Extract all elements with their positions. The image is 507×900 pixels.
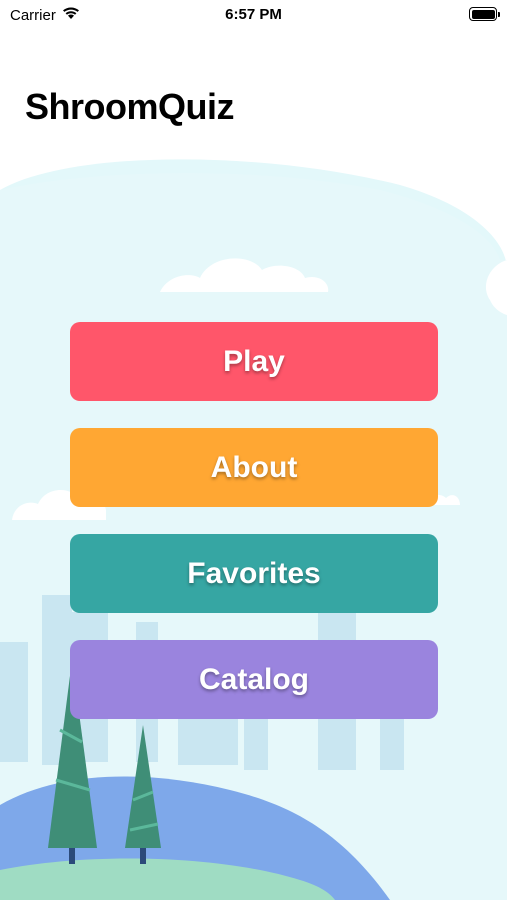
catalog-button[interactable]: Catalog [70,640,438,719]
status-time: 6:57 PM [225,6,282,23]
battery-fill [471,9,495,19]
status-bar: Carrier 6:57 PM [0,0,507,30]
about-button[interactable]: About [70,428,438,507]
favorites-button[interactable]: Favorites [70,534,438,613]
battery-icon [469,7,500,21]
main-menu: Play About Favorites Catalog [70,322,438,746]
app-title: ShroomQuiz [25,86,235,127]
play-button[interactable]: Play [70,322,438,401]
